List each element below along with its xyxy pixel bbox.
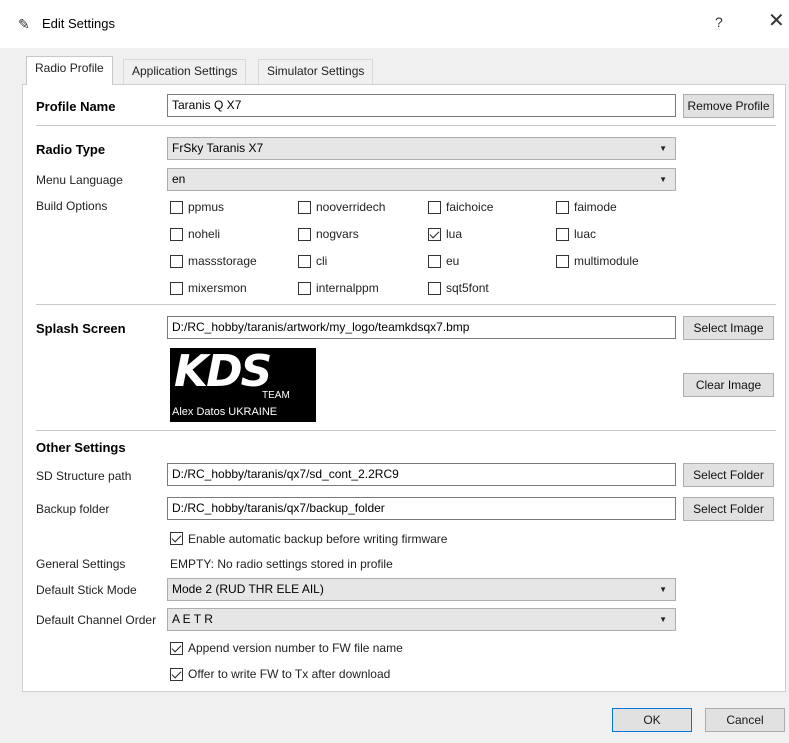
radio-type-label: Radio Type [36,142,106,157]
radio-type-select[interactable]: FrSky Taranis X7 ▼ [167,137,676,160]
chevron-down-icon: ▼ [659,585,667,594]
channel-order-value: A E T R [172,612,213,626]
clear-image-button[interactable]: Clear Image [683,373,774,397]
window-title: Edit Settings [42,16,115,31]
separator [36,430,776,431]
channel-order-select[interactable]: A E T R ▼ [167,608,676,631]
backup-folder-input[interactable]: D:/RC_hobby/taranis/qx7/backup_folder [167,497,676,520]
profile-name-label: Profile Name [36,99,116,114]
sd-structure-label: SD Structure path [36,469,132,483]
splash-path-input[interactable]: D:/RC_hobby/taranis/artwork/my_logo/team… [167,316,676,339]
build-option-faichoice-checkbox[interactable] [428,201,441,214]
splash-caption-text: Alex Datos UKRAINE [172,406,278,418]
build-option-noheli-checkbox[interactable] [170,228,183,241]
build-option-label: nogvars [316,227,359,241]
stick-mode-label: Default Stick Mode [36,583,137,597]
build-option-label: faichoice [446,200,494,214]
build-option-lua-checkbox[interactable] [428,228,441,241]
build-option-label: sqt5font [446,281,489,295]
auto-backup-checkbox[interactable] [170,532,183,545]
offer-write-checkbox[interactable] [170,668,183,681]
radio-type-value: FrSky Taranis X7 [172,141,264,155]
ok-button[interactable]: OK [612,708,692,732]
build-option-label: faimode [574,200,617,214]
general-settings-label: General Settings [36,557,126,571]
menu-language-select[interactable]: en ▼ [167,168,676,191]
menu-language-value: en [172,172,186,186]
build-option-luac-checkbox[interactable] [556,228,569,241]
separator [36,125,776,126]
remove-profile-button[interactable]: Remove Profile [683,94,774,118]
build-options-label: Build Options [36,199,108,213]
build-option-label: nooverridech [316,200,386,214]
profile-name-input[interactable]: Taranis Q X7 [167,94,676,117]
build-option-eu-checkbox[interactable] [428,255,441,268]
help-button[interactable]: ? [715,14,723,30]
build-option-massstorage-checkbox[interactable] [170,255,183,268]
append-version-checkbox[interactable] [170,642,183,655]
stick-mode-select[interactable]: Mode 2 (RUD THR ELE AIL) ▼ [167,578,676,601]
build-option-label: luac [574,227,597,241]
splash-logo-text: KDS [174,348,272,397]
chevron-down-icon: ▼ [659,175,667,184]
tab-application-settings[interactable]: Application Settings [123,59,247,84]
tab-radio-profile[interactable]: Radio Profile [26,56,113,85]
title-bar: ✎ Edit Settings ? ✕ [0,0,789,48]
select-sd-folder-button[interactable]: Select Folder [683,463,774,487]
splash-team-text: TEAM [262,390,290,401]
select-image-button[interactable]: Select Image [683,316,774,340]
build-option-label: internalppm [316,281,379,295]
build-option-ppmus-checkbox[interactable] [170,201,183,214]
select-backup-folder-button[interactable]: Select Folder [683,497,774,521]
build-option-cli-checkbox[interactable] [298,255,311,268]
build-option-label: lua [446,227,463,241]
chevron-down-icon: ▼ [659,615,667,624]
build-option-nogvars-checkbox[interactable] [298,228,311,241]
chevron-down-icon: ▼ [659,144,667,153]
build-option-label: cli [316,254,328,268]
close-icon[interactable]: ✕ [768,11,785,31]
build-option-label: mixersmon [188,281,247,295]
general-settings-value: EMPTY: No radio settings stored in profi… [170,557,393,571]
other-settings-heading: Other Settings [36,440,126,455]
build-option-label: ppmus [188,200,225,214]
menu-language-label: Menu Language [36,173,123,187]
splash-image-preview: KDS TEAM Alex Datos UKRAINE [170,348,316,422]
auto-backup-label: Enable automatic backup before writing f… [188,532,448,546]
build-option-sqt5font-checkbox[interactable] [428,282,441,295]
build-option-label: massstorage [188,254,257,268]
build-option-faimode-checkbox[interactable] [556,201,569,214]
build-option-label: multimodule [574,254,639,268]
build-option-multimodule-checkbox[interactable] [556,255,569,268]
offer-write-label: Offer to write FW to Tx after download [188,667,391,681]
cancel-button[interactable]: Cancel [705,708,785,732]
build-option-label: eu [446,254,460,268]
tab-simulator-settings[interactable]: Simulator Settings [258,59,374,84]
build-option-label: noheli [188,227,221,241]
build-option-nooverridech-checkbox[interactable] [298,201,311,214]
build-option-internalppm-checkbox[interactable] [298,282,311,295]
backup-folder-label: Backup folder [36,502,110,516]
stick-mode-value: Mode 2 (RUD THR ELE AIL) [172,582,324,596]
edit-settings-icon: ✎ [18,16,30,32]
build-option-mixersmon-checkbox[interactable] [170,282,183,295]
channel-order-label: Default Channel Order [36,613,157,627]
splash-screen-label: Splash Screen [36,321,126,336]
append-version-label: Append version number to FW file name [188,641,403,655]
separator [36,304,776,305]
sd-structure-input[interactable]: D:/RC_hobby/taranis/qx7/sd_cont_2.2RC9 [167,463,676,486]
